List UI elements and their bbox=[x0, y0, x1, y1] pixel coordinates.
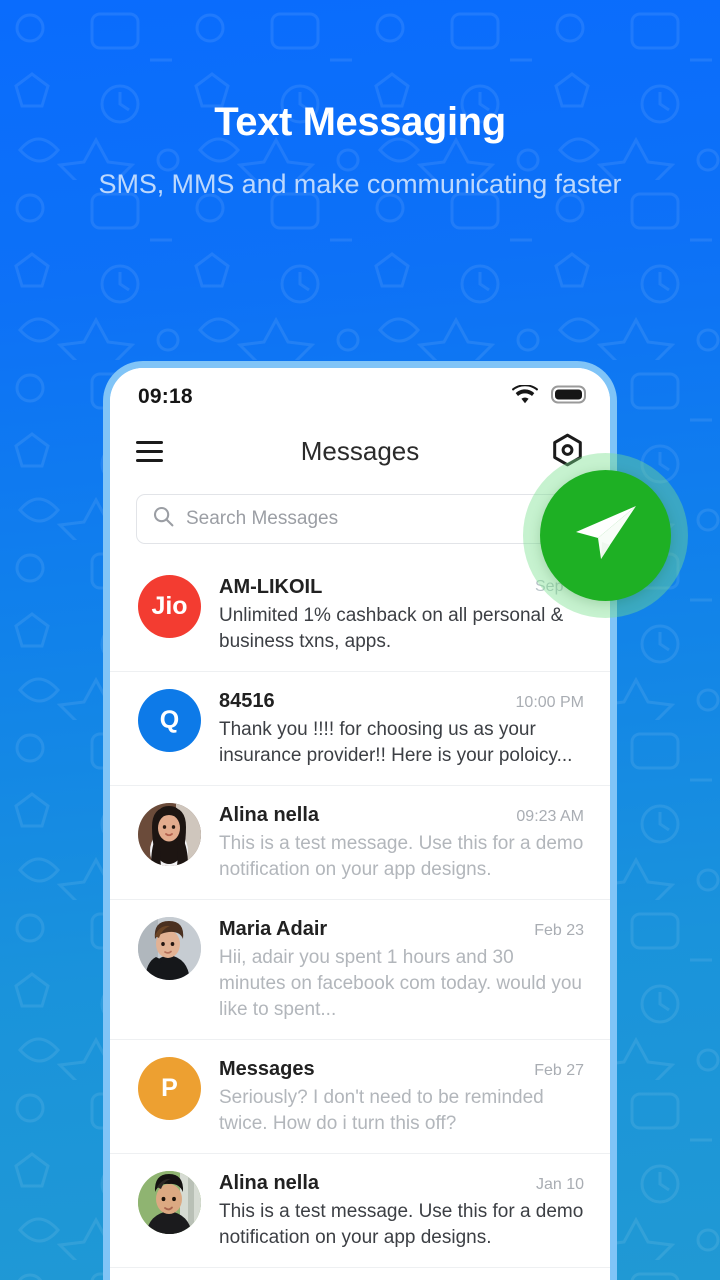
conversation-body: 84516 10:00 PM Thank you !!!! for choosi… bbox=[219, 689, 584, 769]
avatar-initials: Q bbox=[159, 706, 180, 734]
timestamp: Jan 10 bbox=[535, 1176, 584, 1193]
new-message-fab[interactable] bbox=[523, 453, 688, 618]
message-preview: This is a test message. Use this for a d… bbox=[219, 833, 584, 880]
conversation-header: Messages Feb 27 bbox=[219, 1058, 584, 1081]
contact-name: Alina nella bbox=[219, 1172, 320, 1194]
conversation-row-6[interactable]: B Freddies 02:58 AM We're happy to corfi… bbox=[110, 1267, 610, 1280]
conversation-row-2[interactable]: Alina nella 09:23 AM This is a test mess… bbox=[110, 785, 610, 899]
contact-name: Alina nella bbox=[219, 804, 320, 826]
conversation-row-4[interactable]: P Messages Feb 27 Seriously? I don't nee… bbox=[110, 1039, 610, 1153]
message-preview: Seriously? I don't need to be reminded t… bbox=[219, 1087, 544, 1134]
avatar bbox=[138, 1171, 201, 1234]
page-subtitle: SMS, MMS and make communicating faster bbox=[98, 169, 622, 199]
promo-screenshot: Text Messaging SMS, MMS and make communi… bbox=[0, 0, 720, 1280]
avatar-photo-man-hoodie bbox=[138, 917, 201, 980]
conversation-body: AM-LIKOIL Sep Unlimited 1% cashback on a… bbox=[219, 575, 584, 655]
conversation-header: Alina nella 09:23 AM bbox=[219, 804, 584, 827]
contact-name: 84516 bbox=[219, 690, 275, 712]
conversation-header: AM-LIKOIL Sep bbox=[219, 576, 584, 599]
fab-circle bbox=[540, 470, 671, 601]
avatar-initials: Jio bbox=[151, 592, 188, 620]
avatar: P bbox=[138, 1057, 201, 1120]
contact-name: AM-LIKOIL bbox=[219, 576, 323, 598]
conversation-body: Maria Adair Feb 23 Hii, adair you spent … bbox=[219, 917, 584, 1023]
timestamp: 10:00 PM bbox=[515, 694, 584, 711]
conversation-row-1[interactable]: Q 84516 10:00 PM Thank you !!!! for choo… bbox=[110, 671, 610, 785]
hamburger-menu-icon[interactable] bbox=[136, 440, 163, 462]
search-input[interactable]: Search Messages bbox=[136, 494, 584, 544]
avatar bbox=[138, 917, 201, 980]
app-title: Messages bbox=[300, 435, 420, 466]
paper-plane-send-icon bbox=[571, 502, 641, 569]
avatar bbox=[138, 803, 201, 866]
search-icon bbox=[153, 506, 174, 532]
app-header: Messages bbox=[110, 420, 610, 482]
conversation-body: Alina nella Jan 10 This is a test messag… bbox=[219, 1171, 584, 1251]
conversation-list: Jio AM-LIKOIL Sep Unlimited 1% cashback … bbox=[110, 558, 610, 1280]
conversation-row-5[interactable]: Alina nella Jan 10 This is a test messag… bbox=[110, 1153, 610, 1267]
contact-name: Maria Adair bbox=[219, 918, 328, 940]
avatar: Q bbox=[138, 689, 201, 752]
message-preview: Thank you !!!! for choosing us as your i… bbox=[219, 719, 573, 766]
contact-name: Messages bbox=[219, 1058, 315, 1080]
avatar-photo-woman bbox=[138, 803, 201, 866]
timestamp: 09:23 AM bbox=[516, 808, 584, 825]
conversation-header: Maria Adair Feb 23 bbox=[219, 918, 584, 941]
status-bar-icons bbox=[511, 384, 586, 409]
timestamp: Feb 23 bbox=[534, 922, 584, 939]
avatar-initials: P bbox=[161, 1074, 178, 1102]
avatar-photo-man-outdoors bbox=[138, 1171, 201, 1234]
conversation-body: Messages Feb 27 Seriously? I don't need … bbox=[219, 1057, 584, 1137]
message-preview: Hii, adair you spent 1 hours and 30 minu… bbox=[219, 947, 582, 1020]
message-preview: Unlimited 1% cashback on all personal & … bbox=[219, 605, 564, 652]
conversation-body: Alina nella 09:23 AM This is a test mess… bbox=[219, 803, 584, 883]
avatar: Jio bbox=[138, 575, 201, 638]
page-title: Text Messaging bbox=[214, 100, 506, 144]
status-bar: 09:18 bbox=[110, 368, 610, 420]
wifi-icon bbox=[511, 384, 539, 409]
message-preview: This is a test message. Use this for a d… bbox=[219, 1201, 584, 1248]
hero-section: Text Messaging SMS, MMS and make communi… bbox=[0, 98, 720, 204]
conversation-header: 84516 10:00 PM bbox=[219, 690, 584, 713]
search-placeholder: Search Messages bbox=[186, 508, 339, 529]
conversation-header: Alina nella Jan 10 bbox=[219, 1172, 584, 1195]
conversation-row-3[interactable]: Maria Adair Feb 23 Hii, adair you spent … bbox=[110, 899, 610, 1039]
timestamp: Feb 27 bbox=[534, 1062, 584, 1079]
battery-full-icon bbox=[551, 385, 586, 409]
status-bar-clock: 09:18 bbox=[138, 385, 193, 408]
